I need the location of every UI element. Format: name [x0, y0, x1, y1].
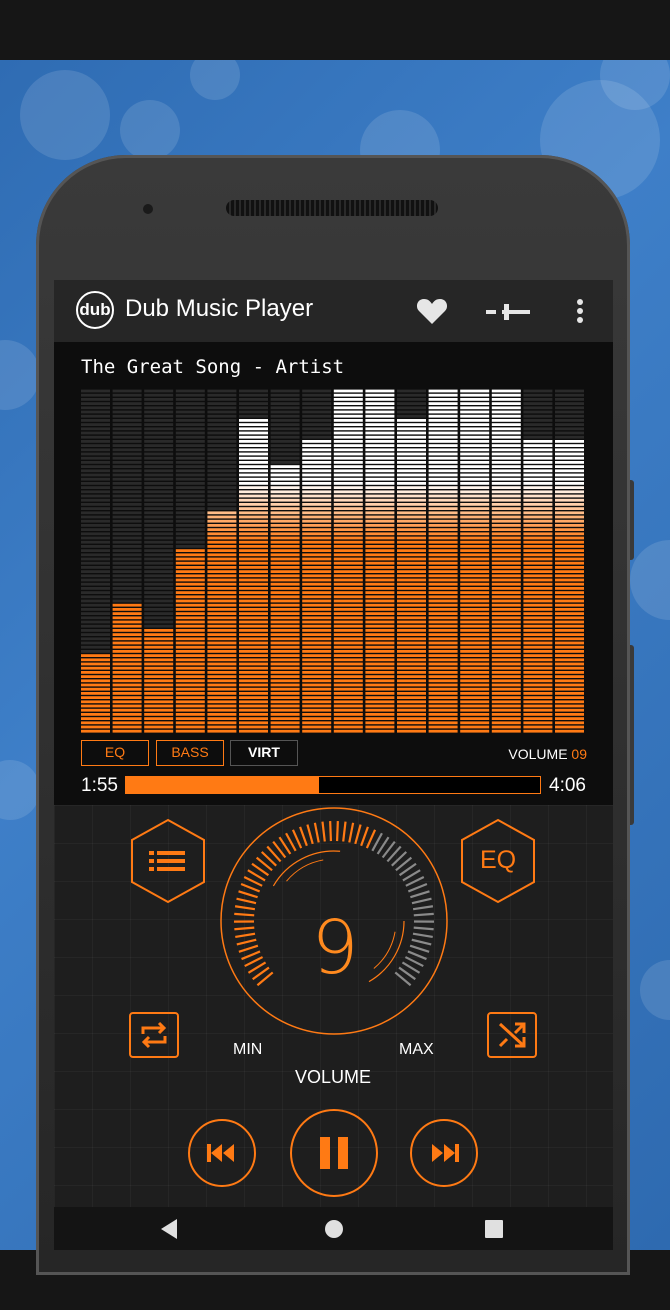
spectrum-bar	[302, 389, 332, 733]
equalizer-slider-icon[interactable]	[486, 304, 530, 325]
knob-tick	[411, 938, 432, 946]
spectrum-bar	[270, 389, 300, 733]
knob-tick	[409, 944, 430, 953]
spectrum-bar	[523, 389, 553, 733]
knob-tick	[236, 897, 257, 905]
spectrum-bar	[112, 389, 142, 733]
seek-bar[interactable]	[125, 776, 541, 794]
knob-tick	[241, 950, 261, 961]
knob-tick	[407, 950, 427, 961]
knob-tick	[411, 897, 432, 905]
knob-tick	[412, 932, 433, 938]
knob-tick	[413, 912, 434, 917]
knob-tick	[234, 912, 255, 917]
bass-toggle[interactable]: BASS	[156, 740, 224, 766]
status-area	[0, 0, 670, 60]
more-vert-icon[interactable]	[576, 298, 584, 329]
previous-button[interactable]	[187, 1118, 257, 1193]
spectrum-bar	[555, 389, 584, 733]
seek-bar-fill	[126, 777, 320, 793]
knob-tick	[412, 905, 434, 911]
knob-tick	[407, 883, 428, 893]
knob-tick	[329, 821, 333, 842]
front-camera	[143, 204, 153, 214]
next-button[interactable]	[409, 1118, 479, 1193]
eq-toggle[interactable]: EQ	[81, 740, 149, 766]
spectrum-bar	[81, 389, 110, 733]
controls-panel: EQ 9 MIN MAX VOLUME	[54, 805, 613, 1207]
app-screen: dub Dub Music Player The Great Song - Ar…	[54, 280, 613, 1250]
knob-tick	[410, 890, 430, 899]
visualizer-panel: The Great Song - Artist EQ BASS VIRT VOL…	[54, 342, 613, 805]
knob-tick	[236, 938, 257, 946]
playlist-button[interactable]	[129, 818, 207, 909]
playlist-icon	[149, 851, 185, 871]
earpiece-speaker	[226, 200, 438, 216]
spectrum-bar	[397, 389, 426, 733]
heart-icon[interactable]	[416, 297, 448, 330]
pause-icon	[320, 1137, 348, 1169]
previous-icon	[207, 1144, 234, 1162]
app-logo: dub	[76, 291, 114, 329]
next-icon	[432, 1144, 459, 1162]
home-icon[interactable]	[323, 1218, 345, 1240]
volume-readout: VOLUME 09	[508, 746, 587, 762]
knob-tick	[235, 932, 256, 938]
eq-button-label: EQ	[479, 846, 517, 874]
knob-max-label: MAX	[399, 1041, 434, 1058]
system-nav-bar	[54, 1207, 613, 1250]
spectrum-bar	[239, 389, 268, 733]
eq-button[interactable]: EQ	[459, 818, 537, 909]
knob-tick	[238, 944, 259, 953]
knob-tick	[360, 826, 369, 847]
spectrum-bar	[207, 389, 237, 733]
volume-readout-value: 09	[571, 746, 587, 762]
knob-tick	[313, 822, 320, 843]
knob-tick	[240, 883, 261, 893]
knob-tick	[291, 829, 303, 849]
knob-min-label: MIN	[233, 1041, 263, 1058]
elapsed-time: 1:55	[81, 775, 118, 796]
volume-readout-label: VOLUME	[508, 746, 568, 762]
spectrum-bar	[365, 389, 395, 733]
song-title: The Great Song - Artist	[81, 356, 345, 378]
shuffle-button[interactable]	[487, 1012, 537, 1063]
volume-caption: VOLUME	[295, 1067, 372, 1087]
total-time: 4:06	[549, 775, 586, 796]
spectrum-bar	[428, 389, 458, 733]
virt-toggle[interactable]: VIRT	[230, 740, 298, 766]
spectrum-bar	[144, 389, 174, 733]
app-title: Dub Music Player	[125, 295, 314, 322]
back-icon[interactable]	[159, 1218, 181, 1240]
recents-icon[interactable]	[484, 1219, 504, 1239]
spectrum-visualizer	[81, 389, 584, 733]
knob-value: 9	[311, 905, 359, 991]
knob-tick	[365, 829, 377, 849]
app-bar: dub Dub Music Player	[54, 280, 613, 342]
repeat-icon	[141, 1021, 167, 1049]
spectrum-bar	[333, 389, 363, 733]
knob-tick	[335, 821, 339, 842]
knob-tick	[234, 905, 256, 911]
spectrum-bar	[175, 389, 205, 733]
pause-button[interactable]	[289, 1108, 379, 1203]
spectrum-bar	[491, 389, 521, 733]
shuffle-icon	[498, 1022, 526, 1048]
knob-tick	[321, 821, 326, 842]
knob-tick	[413, 926, 434, 931]
knob-tick	[299, 826, 308, 847]
knob-tick	[238, 890, 258, 899]
spectrum-bar	[460, 389, 490, 733]
knob-tick	[306, 824, 314, 845]
knob-tick	[342, 821, 347, 842]
knob-tick	[348, 822, 355, 843]
knob-tick	[354, 824, 362, 845]
repeat-button[interactable]	[129, 1012, 179, 1063]
knob-tick	[234, 926, 255, 931]
